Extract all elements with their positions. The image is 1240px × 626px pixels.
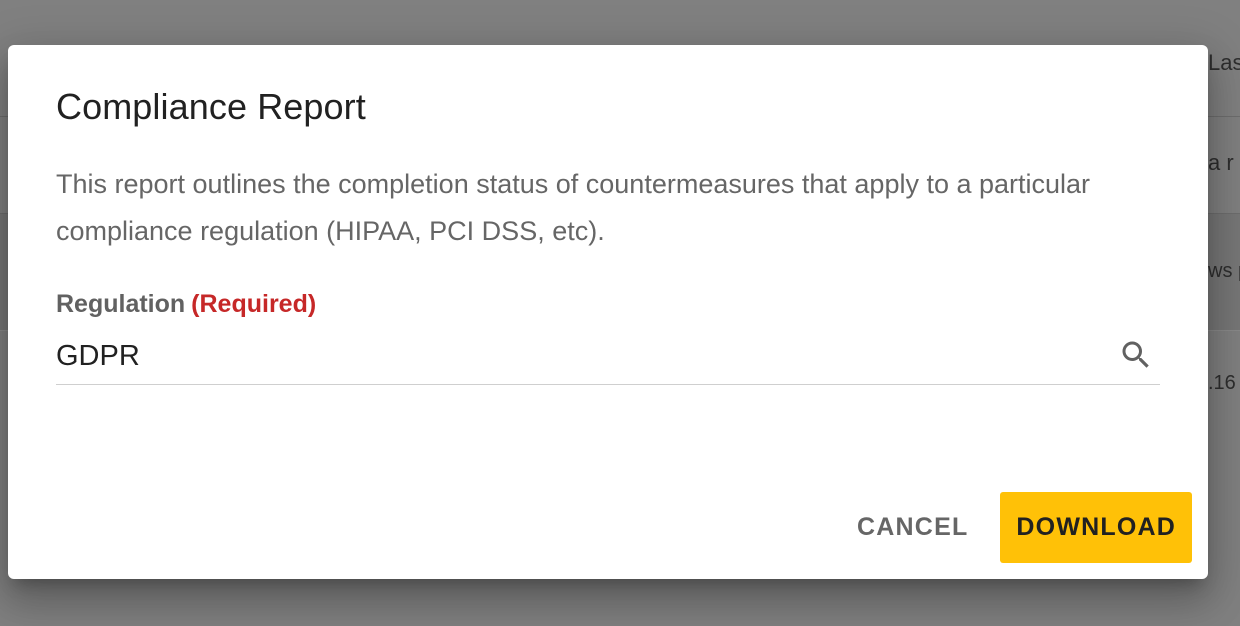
required-indicator: (Required) — [191, 290, 317, 318]
background-text: ws p — [1208, 260, 1240, 282]
compliance-report-dialog: Compliance Report This report outlines t… — [8, 45, 1208, 579]
background-text: a r — [1208, 150, 1234, 175]
background-text: Las — [1208, 50, 1240, 75]
regulation-label: Regulation (Required) — [56, 287, 316, 321]
dialog-title: Compliance Report — [56, 86, 366, 127]
dialog-actions: CANCEL DOWNLOAD — [841, 492, 1192, 563]
dialog-description: This report outlines the completion stat… — [56, 169, 1091, 246]
cancel-button[interactable]: CANCEL — [841, 492, 984, 563]
regulation-field — [56, 333, 1160, 385]
regulation-input[interactable] — [56, 333, 1096, 379]
download-button[interactable]: DOWNLOAD — [1000, 492, 1192, 563]
search-icon[interactable] — [1118, 337, 1154, 373]
regulation-label-text: Regulation — [56, 290, 186, 318]
background-text: .16 — [1208, 372, 1236, 394]
